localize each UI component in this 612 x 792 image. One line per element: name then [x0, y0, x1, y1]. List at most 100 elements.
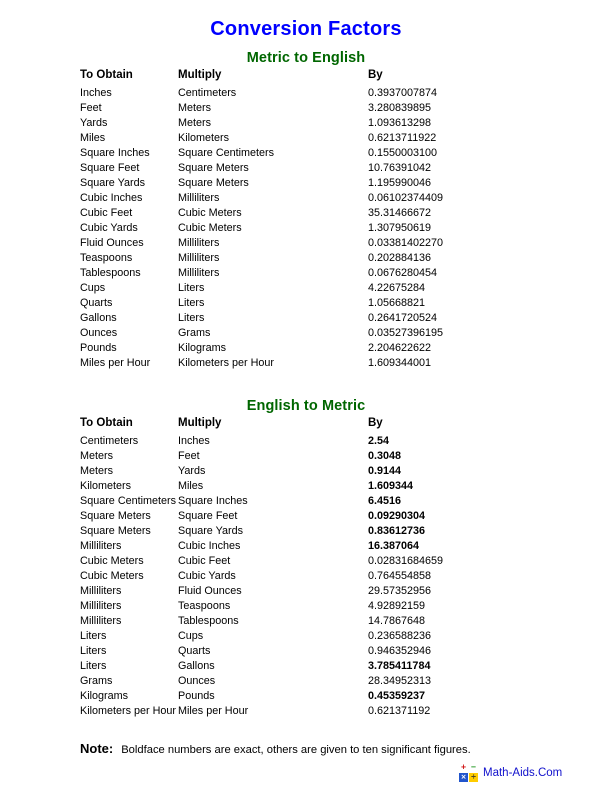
cell-to-obtain: Milliliters [80, 585, 122, 597]
value-approx: 35.31466672 [368, 207, 432, 219]
cell-to-obtain: Milliliters [80, 615, 122, 627]
cell-multiply: Cubic Meters [178, 222, 242, 234]
table-row: Ounces Grams 0.03527396195 [0, 326, 612, 341]
table-row: Inches Centimeters 0.3937007874 [0, 86, 612, 101]
cell-multiply: Teaspoons [178, 600, 231, 612]
cell-multiply: Liters [178, 312, 205, 324]
column-header-multiply: Multiply [178, 417, 222, 429]
value-exact: 0.3048 [368, 450, 402, 462]
cell-multiply: Centimeters [178, 87, 237, 99]
cell-multiply: Kilograms [178, 342, 227, 354]
table-row: Gallons Liters 0.2641720524 [0, 311, 612, 326]
cell-to-obtain: Kilograms [80, 690, 129, 702]
cell-to-obtain: Liters [80, 660, 107, 672]
note-text: Boldface numbers are exact, others are g… [121, 744, 471, 756]
cell-by: 2.204622622 [368, 341, 612, 356]
cell-to-obtain: Square Feet [80, 162, 140, 174]
cell-by: 0.09290304 [368, 509, 612, 524]
cell-by: 16.387064 [368, 539, 612, 554]
cell-to-obtain: Gallons [80, 312, 117, 324]
table-row: Liters Quarts 0.946352946 [0, 644, 612, 659]
cell-multiply: Meters [178, 117, 211, 129]
section-metric-to-english: Metric to English To Obtain Multiply By … [0, 50, 612, 371]
column-header-to-obtain: To Obtain [80, 417, 133, 429]
cell-by: 3.785411784 [368, 659, 612, 674]
cell-by: 1.093613298 [368, 116, 612, 131]
cell-by: 3.280839895 [368, 101, 612, 116]
value-approx: 0.236588236 [368, 630, 432, 642]
cell-to-obtain: Cubic Inches [80, 192, 143, 204]
table-row: Meters Feet 0.3048 [0, 449, 612, 464]
math-aids-logo-icon: + − × ÷ [459, 763, 478, 782]
value-approx: 4.92892159 [368, 600, 426, 612]
cell-multiply: Milliliters [178, 192, 220, 204]
cell-multiply: Milliliters [178, 237, 220, 249]
value-approx: 1.093613298 [368, 117, 432, 129]
value-exact: 2.54 [368, 435, 390, 447]
cell-to-obtain: Teaspoons [80, 252, 133, 264]
table-row: Miles per Hour Kilometers per Hour 1.60934… [0, 356, 612, 371]
cell-multiply: Fluid Ounces [178, 585, 242, 597]
table-row: Square Meters Square Yards 0.83612736 [0, 524, 612, 539]
cell-multiply: Square Yards [178, 525, 244, 537]
cell-by: 0.45359237 [368, 689, 612, 704]
table-row: Liters Gallons 3.785411784 [0, 659, 612, 674]
cell-by: 1.05668821 [368, 296, 612, 311]
cell-to-obtain: Miles per Hour [80, 357, 151, 369]
section-english-to-metric: English to Metric To Obtain Multiply By … [0, 398, 612, 719]
divide-icon: ÷ [469, 773, 478, 782]
cell-by: 0.9144 [368, 464, 612, 479]
cell-multiply: Kilometers per Hour [178, 357, 275, 369]
conversion-table-metric-to-english: To Obtain Multiply By Inches Centimeters 0… [0, 66, 612, 371]
conversion-table-english-to-metric: To Obtain Multiply By Centimeters Inches 2… [0, 414, 612, 719]
table-header-row: To Obtain Multiply By [0, 66, 612, 86]
table-row: Quarts Liters 1.05668821 [0, 296, 612, 311]
cell-by: 0.06102374409 [368, 191, 612, 206]
cell-by: 0.0676280454 [368, 266, 612, 281]
table-row: Milliliters Cubic Inches 16.387064 [0, 539, 612, 554]
cell-multiply: Kilometers [178, 132, 230, 144]
table-row: Feet Meters 3.280839895 [0, 101, 612, 116]
cell-by: 4.92892159 [368, 599, 612, 614]
table-row: Milliliters Fluid Ounces 29.57352956 [0, 584, 612, 599]
cell-to-obtain: Feet [80, 102, 102, 114]
cell-to-obtain: Grams [80, 675, 113, 687]
cell-to-obtain: Cubic Feet [80, 207, 133, 219]
column-header-to-obtain: To Obtain [80, 69, 133, 81]
value-approx: 0.764554858 [368, 570, 432, 582]
table-header: To Obtain Multiply By [0, 66, 612, 86]
value-approx: 1.609344001 [368, 357, 432, 369]
brand-link[interactable]: Math-Aids.Com [483, 767, 562, 779]
value-approx: 0.1550003100 [368, 147, 438, 159]
value-exact: 3.785411784 [368, 660, 431, 672]
table-row: Grams Ounces 28.34952313 [0, 674, 612, 689]
table-row: Square Feet Square Meters 10.76391042 [0, 161, 612, 176]
table-row: Milliliters Teaspoons 4.92892159 [0, 599, 612, 614]
value-approx: 0.3937007874 [368, 87, 438, 99]
cell-multiply: Liters [178, 282, 205, 294]
cell-multiply: Cubic Meters [178, 207, 242, 219]
cell-to-obtain: Square Yards [80, 177, 146, 189]
cell-multiply: Square Meters [178, 177, 249, 189]
footer-brand[interactable]: + − × ÷ Math-Aids.Com [459, 763, 562, 782]
cell-to-obtain: Meters [80, 465, 113, 477]
cell-multiply: Cubic Yards [178, 570, 236, 582]
value-approx: 1.307950619 [368, 222, 432, 234]
cell-by: 28.34952313 [368, 674, 612, 689]
cell-by: 35.31466672 [368, 206, 612, 221]
cell-to-obtain: Cubic Meters [80, 570, 144, 582]
cell-to-obtain: Square Centimeters [80, 495, 177, 507]
cell-to-obtain: Cubic Meters [80, 555, 144, 567]
table-row: Square Centimeters Square Inches 6.4516 [0, 494, 612, 509]
table-row: Cubic Meters Cubic Feet 0.02831684659 [0, 554, 612, 569]
cell-by: 0.6213711922 [368, 131, 612, 146]
table-row: Pounds Kilograms 2.204622622 [0, 341, 612, 356]
table-row: Square Inches Square Centimeters 0.1550003… [0, 146, 612, 161]
table-header: To Obtain Multiply By [0, 414, 612, 434]
cell-by: 14.7867648 [368, 614, 612, 629]
value-approx: 1.195990046 [368, 177, 432, 189]
cell-to-obtain: Square Meters [80, 525, 151, 537]
value-approx: 0.0676280454 [368, 267, 438, 279]
cell-to-obtain: Liters [80, 630, 107, 642]
value-approx: 0.06102374409 [368, 192, 444, 204]
